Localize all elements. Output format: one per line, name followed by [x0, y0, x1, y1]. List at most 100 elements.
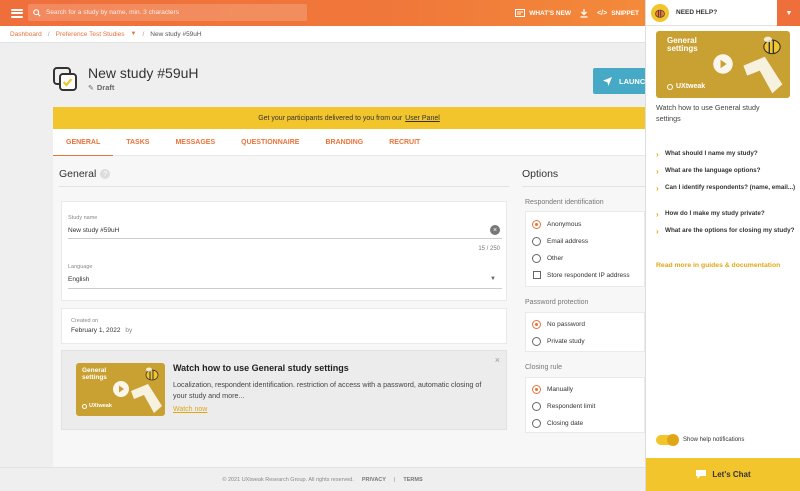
thumb-brand: UXtweak	[82, 403, 112, 410]
study-name-label: Study name	[68, 215, 98, 221]
faq-item[interactable]: How do I make my study private?	[656, 209, 796, 220]
whats-new-label: WHAT'S NEW	[529, 9, 572, 17]
created-date: February 1, 2022 by	[71, 327, 132, 334]
video-description: Localization, respondent identification.…	[173, 380, 482, 400]
general-title: General	[59, 168, 97, 180]
clear-icon[interactable]: ×	[490, 225, 500, 235]
snippet-button[interactable]: </> SNIPPET	[597, 10, 639, 17]
help-panel-header[interactable]: NEED HELP? ▼	[646, 0, 800, 26]
bee-icon	[145, 367, 159, 381]
radio-email-address[interactable]: Email address	[532, 237, 589, 246]
code-icon: </>	[597, 9, 608, 17]
created-by: by	[125, 327, 133, 334]
help-video-thumbnail[interactable]: General settings UXtweak	[656, 31, 790, 98]
radio-no-password[interactable]: No password	[532, 320, 585, 329]
radio-button[interactable]	[532, 402, 541, 411]
radio-button[interactable]	[532, 220, 541, 229]
tab-messages[interactable]: MESSAGES	[162, 129, 228, 156]
help-notifications-toggle[interactable]	[656, 434, 679, 446]
radio-button[interactable]	[532, 337, 541, 346]
language-select[interactable]: English	[68, 276, 89, 283]
footer-separator: |	[393, 476, 396, 483]
breadcrumb: Dashboard / Preference Test Studies ▼ / …	[0, 26, 645, 43]
tab-branding[interactable]: BRANDING	[312, 129, 376, 156]
menu-icon[interactable]	[11, 8, 23, 18]
copyright: © 2021 UXtweak Research Group. All right…	[222, 476, 354, 483]
divider	[59, 186, 509, 187]
user-panel-link[interactable]: User Panel	[405, 115, 440, 122]
radio-anonymous[interactable]: Anonymous	[532, 220, 582, 229]
study-name-input[interactable]: New study #59uH	[68, 227, 119, 234]
toggle-label: Show help notifications	[683, 437, 745, 443]
divider	[522, 186, 645, 187]
chevron-down-icon[interactable]: ▼	[490, 276, 496, 282]
breadcrumb-dashboard[interactable]: Dashboard	[10, 31, 42, 38]
whats-new-button[interactable]: WHAT'S NEW	[515, 9, 571, 17]
radio-label: Email address	[547, 238, 589, 245]
radio-other[interactable]: Other	[532, 254, 563, 263]
tab-recruit[interactable]: RECRUIT	[376, 129, 433, 156]
radio-respondent-limit[interactable]: Respondent limit	[532, 402, 596, 411]
help-thumb-brand: UXtweak	[667, 83, 705, 90]
privacy-link[interactable]: PRIVACY	[362, 477, 386, 483]
radio-label: Private study	[547, 338, 585, 345]
checkbox[interactable]	[533, 271, 541, 279]
tab-general[interactable]: GENERAL	[53, 129, 114, 157]
news-icon	[515, 9, 526, 17]
radio-button[interactable]	[532, 419, 541, 428]
faq-item[interactable]: Can I identify respondents? (name, email…	[656, 183, 796, 194]
thumb-brand-label: UXtweak	[89, 403, 112, 409]
help-video-caption: Watch how to use General study settings	[656, 103, 760, 123]
breadcrumb-separator: /	[47, 30, 50, 38]
collapse-button[interactable]: ▼	[777, 0, 800, 26]
brand-icon	[82, 404, 87, 410]
help-icon[interactable]: ?	[100, 169, 111, 179]
play-icon	[713, 54, 733, 74]
radio-closing-date[interactable]: Closing date	[532, 419, 584, 428]
radio-button[interactable]	[532, 254, 541, 263]
send-icon	[603, 76, 612, 86]
read-more-link[interactable]: Read more in guides & documentation	[656, 262, 780, 269]
faq-item[interactable]: What are the language options?	[656, 166, 796, 177]
radio-label: Closing date	[547, 420, 584, 427]
download-button[interactable]	[580, 8, 588, 18]
tab-questionnaire[interactable]: QUESTIONNAIRE	[228, 129, 312, 156]
radio-manually[interactable]: Manually	[532, 385, 573, 394]
terms-link[interactable]: TERMS	[403, 477, 422, 483]
video-thumbnail[interactable]: General settings UXtweak	[76, 363, 165, 416]
checkbox-store-ip[interactable]: Store respondent IP address	[533, 271, 630, 279]
launch-button[interactable]: LAUNCH	[593, 68, 653, 94]
general-heading: General ?	[59, 168, 111, 180]
study-tabs: GENERAL TASKS MESSAGES QUESTIONNAIRE BRA…	[53, 129, 645, 157]
footer: © 2021 UXtweak Research Group. All right…	[0, 467, 645, 491]
top-bar: Search for a study by name, min. 3 chara…	[0, 0, 645, 26]
radio-label: No password	[547, 321, 585, 328]
page-title: New study #59uH	[88, 65, 199, 81]
study-name-underline	[68, 238, 502, 239]
respondent-identification-title: Respondent identification	[525, 199, 604, 206]
faq-item[interactable]: What are the options for closing my stud…	[656, 226, 796, 237]
radio-label: Respondent limit	[547, 403, 596, 410]
radio-label: Anonymous	[547, 221, 582, 228]
close-icon[interactable]: ×	[495, 355, 500, 365]
radio-private-study[interactable]: Private study	[532, 337, 585, 346]
help-panel: NEED HELP? ▼ General settings UXtweak Wa…	[645, 0, 800, 491]
draft-label: Draft	[96, 83, 115, 92]
chevron-down-icon[interactable]: ▼	[131, 31, 137, 37]
chat-label: Let's Chat	[712, 470, 751, 479]
brand-icon	[667, 83, 673, 90]
breadcrumb-preference-tests[interactable]: Preference Test Studies	[56, 31, 125, 38]
faq-item[interactable]: What should I name my study?	[656, 149, 796, 160]
tab-tasks[interactable]: TASKS	[113, 129, 162, 156]
radio-button[interactable]	[532, 385, 541, 394]
radio-button[interactable]	[532, 237, 541, 246]
banner-text: Get your participants delivered to you f…	[258, 114, 403, 122]
radio-button[interactable]	[532, 320, 541, 329]
search-input[interactable]: Search for a study by name, min. 3 chara…	[28, 4, 307, 21]
options-heading: Options	[522, 168, 559, 180]
search-icon	[33, 8, 41, 17]
status-label: ✎ Draft	[88, 83, 114, 92]
watch-now-link[interactable]: Watch now	[173, 406, 207, 413]
lets-chat-button[interactable]: Let's Chat	[646, 458, 800, 491]
breadcrumb-separator: /	[142, 30, 145, 38]
